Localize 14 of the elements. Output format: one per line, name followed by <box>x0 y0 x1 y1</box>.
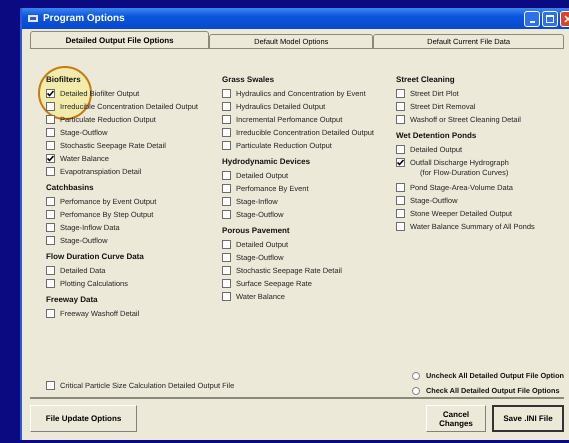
section-heading: Wet Detention Ponds <box>396 130 478 142</box>
section-heading: Catchbasins <box>46 182 95 194</box>
section-heading: Porous Pavement <box>222 225 291 237</box>
cancel-button[interactable]: Cancel Changes <box>426 405 486 432</box>
window-title: Program Options <box>43 13 125 24</box>
section-heading: Biofilters <box>46 74 82 86</box>
tab[interactable]: Detailed Output File Options <box>30 31 210 48</box>
section-heading: Grass Swales <box>222 74 276 86</box>
section-heading: Flow Duration Curve Data <box>46 251 145 263</box>
section-heading: Street Cleaning <box>396 74 456 86</box>
file-update-options-button[interactable]: File Update Options <box>30 405 137 432</box>
save-button[interactable]: Save .INI File <box>492 405 564 432</box>
section-heading: Freeway Data <box>46 294 99 306</box>
section-heading: Hydrodynamic Devices <box>222 156 312 168</box>
